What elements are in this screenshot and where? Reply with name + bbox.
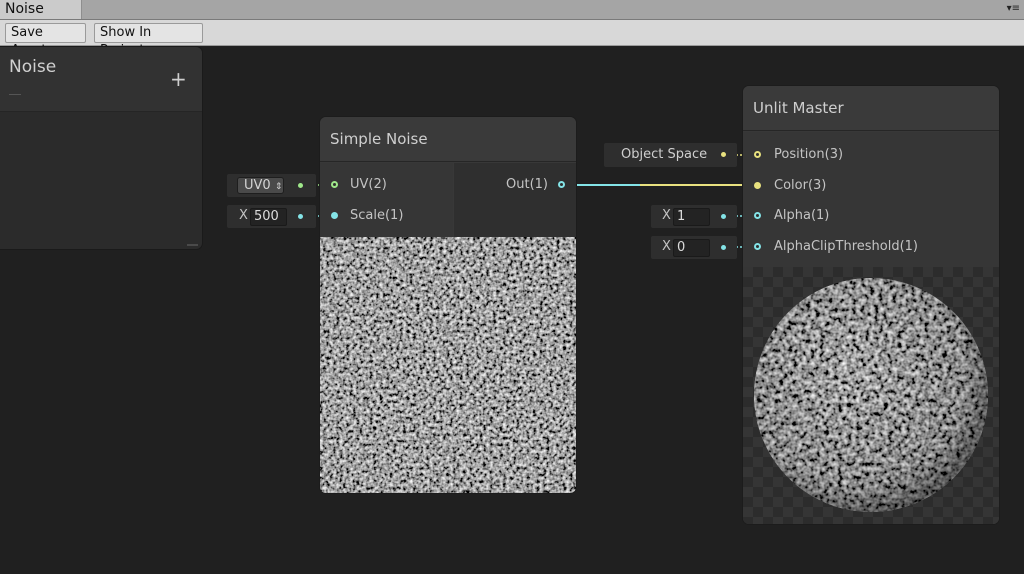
alpha-value-input[interactable]: 1 — [673, 208, 710, 226]
unlit-master-node[interactable]: Unlit Master Position(3) Color(3) Alpha(… — [743, 86, 999, 524]
scale-field-connector — [298, 214, 303, 219]
scale-axis-label: X — [239, 208, 248, 223]
alpha-axis-label: X — [662, 208, 671, 223]
simple-noise-title: Simple Noise — [320, 117, 576, 162]
alpha-input-label: Alpha(1) — [774, 208, 830, 223]
uv-channel-field: UV0 ⇕ — [227, 174, 316, 197]
color-input-label: Color(3) — [774, 178, 827, 193]
master-preview — [743, 267, 999, 524]
uv-channel-value: UV0 — [244, 178, 271, 193]
alpha-field-connector — [721, 214, 726, 219]
scale-input-port[interactable] — [331, 212, 338, 219]
position-input-label: Position(3) — [774, 147, 844, 162]
simple-noise-node[interactable]: Simple Noise UV(2) Scale(1) Out(1) — [320, 117, 576, 493]
scale-value-input[interactable]: 500 — [250, 208, 287, 226]
uv-channel-dropdown[interactable]: UV0 ⇕ — [237, 177, 284, 194]
position-space-value: Object Space — [621, 147, 708, 162]
position-field-connector — [721, 152, 726, 157]
scale-input-label: Scale(1) — [350, 208, 404, 223]
color-input-port[interactable] — [754, 182, 761, 189]
uv-field-connector — [298, 183, 303, 188]
scale-field: X 500 — [227, 205, 316, 228]
uv-input-label: UV(2) — [350, 177, 387, 192]
noise-texture — [320, 237, 576, 493]
uv-input-port[interactable] — [331, 181, 338, 188]
noise-preview — [320, 237, 576, 493]
alpha-field: X 1 — [651, 205, 737, 228]
alpha-input-port[interactable] — [754, 212, 761, 219]
unlit-master-title: Unlit Master — [743, 86, 999, 131]
position-input-port[interactable] — [754, 151, 761, 158]
clip-axis-label: X — [662, 239, 671, 254]
position-space-field[interactable]: Object Space — [604, 143, 737, 167]
clip-field-connector — [721, 245, 726, 250]
clip-field: X 0 — [651, 236, 737, 259]
out-output-port[interactable] — [558, 181, 565, 188]
clip-value-input[interactable]: 0 — [673, 239, 710, 257]
stepper-icon: ⇕ — [274, 182, 283, 192]
clip-input-label: AlphaClipThreshold(1) — [774, 239, 918, 254]
clip-input-port[interactable] — [754, 243, 761, 250]
out-output-label: Out(1) — [506, 177, 548, 192]
